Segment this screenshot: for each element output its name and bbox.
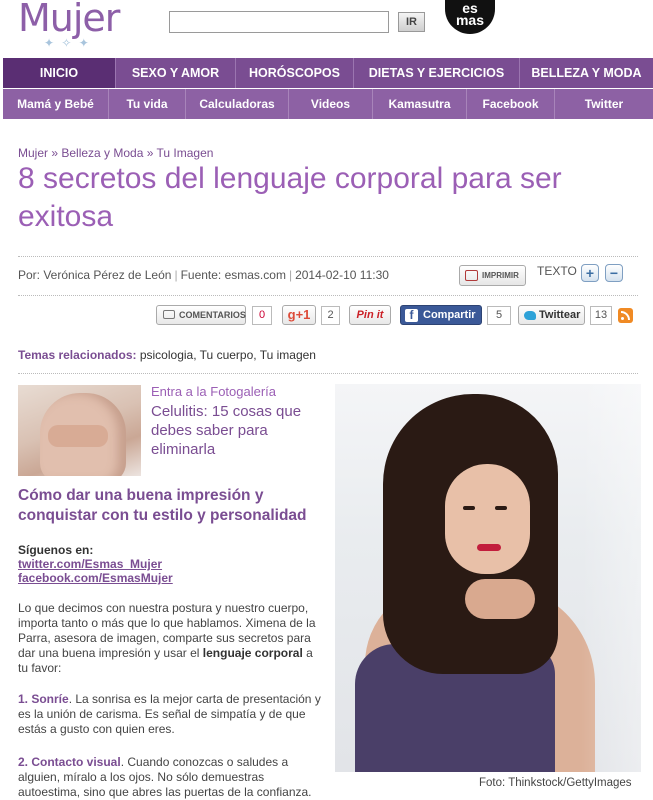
nav-item-calculadoras[interactable]: Calculadoras [186, 89, 289, 119]
intro-bold: lenguaje corporal [202, 646, 303, 660]
search-input[interactable] [169, 11, 389, 33]
follow-label: Síguenos en: [18, 543, 94, 557]
topic-link[interactable]: Tu imagen [260, 348, 316, 362]
gplus-label: +1 [295, 307, 311, 322]
photo-eye-shape [463, 506, 475, 510]
topic-link[interactable]: psicologia [140, 348, 193, 362]
twitter-count: 13 [590, 306, 612, 325]
related-topics-label: Temas relacionados: [18, 348, 137, 362]
twitter-link[interactable]: twitter.com/Esmas_Mujer [18, 557, 173, 571]
pinterest-button[interactable]: Pin it [349, 305, 391, 325]
nav-item-inicio[interactable]: INICIO [3, 58, 116, 88]
text-decrease-button[interactable]: − [605, 264, 623, 282]
photo-hand-shape [465, 579, 535, 619]
point-1-title: 1. Sonríe [18, 692, 69, 706]
facebook-count: 5 [487, 306, 511, 325]
breadcrumb-mujer[interactable]: Mujer [18, 146, 48, 160]
photo-credit: Foto: Thinkstock/GettyImages [479, 777, 632, 789]
photo-face-shape [445, 464, 530, 574]
comment-icon [163, 310, 175, 319]
divider [18, 256, 638, 257]
comments-count: 0 [252, 306, 272, 325]
comments-label: COMENTARIOS [179, 310, 246, 320]
author: Por: Verónica Pérez de León [18, 268, 172, 282]
secondary-nav: Mamá y Bebé Tu vida Calculadoras Videos … [3, 89, 653, 119]
text-size-label: TEXTO [537, 264, 577, 278]
related-topics: Temas relacionados: psicologia, Tu cuerp… [18, 348, 316, 362]
thumb-hand-shape [48, 425, 108, 447]
publish-date: 2014-02-10 11:30 [295, 268, 389, 282]
article-subhead: Cómo dar una buena impresión y conquista… [18, 487, 307, 524]
paragraph-2: 2. Contacto visual. Cuando conozcas o sa… [18, 755, 326, 800]
breadcrumb: Mujer » Belleza y Moda » Tu Imagen [18, 146, 213, 160]
rss-icon[interactable] [618, 308, 633, 323]
nav-item-tu-vida[interactable]: Tu vida [109, 89, 186, 119]
print-label: IMPRIMIR [482, 271, 519, 280]
gallery-label[interactable]: Entra a la Fotogalería [151, 384, 276, 399]
nav-item-twitter[interactable]: Twitter [555, 89, 653, 119]
nav-item-horoscopos[interactable]: HORÓSCOPOS [236, 58, 354, 88]
divider [18, 295, 638, 296]
print-button[interactable]: IMPRIMIR [459, 265, 526, 286]
comments-button[interactable]: COMENTARIOS [156, 305, 246, 325]
intro-paragraph: Lo que decimos con nuestra postura y nue… [18, 601, 326, 676]
breadcrumb-tu-imagen[interactable]: Tu Imagen [157, 146, 214, 160]
breadcrumb-belleza-y-moda[interactable]: Belleza y Moda [61, 146, 143, 160]
nav-item-sexo-y-amor[interactable]: SEXO Y AMOR [116, 58, 236, 88]
meta-separator: | [288, 268, 293, 282]
primary-nav: INICIO SEXO Y AMOR HORÓSCOPOS DIETAS Y E… [3, 58, 653, 88]
gplus-icon: g [287, 307, 296, 322]
article-photo [335, 384, 641, 772]
gplus-count: 2 [321, 306, 340, 325]
printer-icon [465, 270, 478, 281]
breadcrumb-separator: » [143, 146, 157, 160]
photo-shade [581, 384, 641, 772]
twitter-bird-icon [524, 311, 536, 320]
gallery-title[interactable]: Celulitis: 15 cosas que debes saber para… [151, 402, 331, 459]
search-button[interactable]: IR [398, 12, 425, 32]
nav-item-mama-y-bebe[interactable]: Mamá y Bebé [3, 89, 109, 119]
text-increase-button[interactable]: + [581, 264, 599, 282]
gallery-thumbnail[interactable] [18, 385, 141, 476]
facebook-link[interactable]: facebook.com/EsmasMujer [18, 571, 173, 585]
twitter-share-label: Twittear [539, 309, 581, 321]
paragraph-1: 1. Sonríe. La sonrisa es la mejor carta … [18, 692, 326, 737]
photo-lips-shape [477, 544, 501, 551]
article-title: 8 secretos del lenguaje corporal para se… [18, 162, 562, 233]
meta-separator: | [174, 268, 178, 282]
facebook-share-label: Compartir [423, 309, 476, 321]
esmas-logo[interactable]: es mas [445, 0, 495, 34]
nav-item-facebook[interactable]: Facebook [467, 89, 555, 119]
nav-item-belleza-y-moda[interactable]: BELLEZA Y MODA [520, 58, 653, 88]
source: Fuente: esmas.com [180, 268, 286, 282]
nav-item-kamasutra[interactable]: Kamasutra [373, 89, 467, 119]
facebook-icon: f [405, 309, 418, 322]
breadcrumb-separator: » [48, 146, 62, 160]
nav-item-dietas-y-ejercicios[interactable]: DIETAS Y EJERCICIOS [354, 58, 520, 88]
follow-us: Síguenos en: twitter.com/Esmas_Mujer fac… [18, 543, 173, 585]
nav-item-videos[interactable]: Videos [289, 89, 373, 119]
site-header: Mujer ✦ ✧ ✦ IR es mas [0, 0, 653, 58]
topic-link[interactable]: Tu cuerpo [200, 348, 254, 362]
photo-eye-shape [495, 506, 507, 510]
article-meta: Por: Verónica Pérez de León | Fuente: esma… [18, 268, 389, 282]
esmas-logo-bottom: mas [455, 12, 485, 28]
logo-stars-icon: ✦ ✧ ✦ [44, 36, 91, 50]
facebook-share-button[interactable]: f Compartir [400, 305, 482, 325]
gplus-button[interactable]: g+1 [282, 305, 316, 325]
divider [18, 373, 638, 374]
mujer-logo[interactable]: Mujer [18, 0, 120, 40]
point-2-title: 2. Contacto visual [18, 755, 121, 769]
twitter-share-button[interactable]: Twittear [518, 305, 585, 325]
